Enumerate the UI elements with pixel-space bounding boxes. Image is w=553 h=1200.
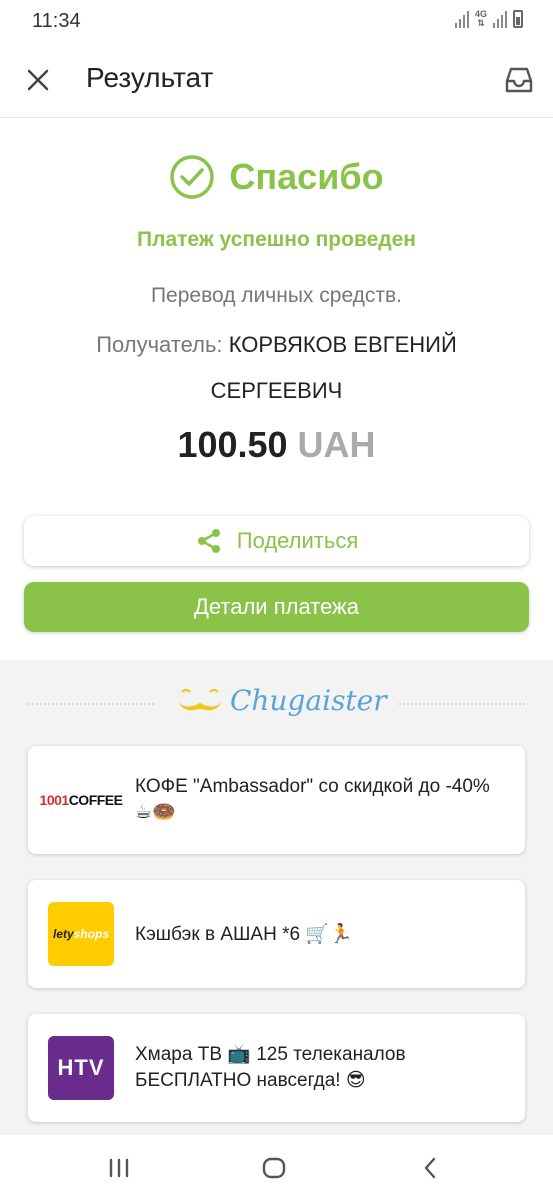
thanks-text: Спасибо	[229, 156, 384, 197]
status-time: 11:34	[32, 10, 81, 32]
offer-card[interactable]: lety shops Кэшбэк в АШАН *6 🛒🏃	[28, 880, 525, 988]
page-title: Результат	[86, 62, 214, 93]
coffee-logo-number: 1001	[39, 792, 70, 808]
letyshops-logo: lety shops	[48, 902, 114, 966]
result-section: Спасибо Платеж успешно проведен Перевод …	[0, 118, 553, 660]
payment-amount: 100.50 UAH	[0, 424, 553, 466]
check-circle-icon	[170, 155, 215, 199]
share-label: Поделиться	[236, 528, 359, 553]
payment-details-label: Детали платежа	[194, 594, 359, 619]
letyshops-logo-b: shops	[73, 927, 110, 941]
divider-left	[28, 703, 154, 705]
close-button[interactable]	[22, 62, 54, 98]
offer-text: КОФЕ "Ambassador" со скидкой до -40% ☕🍩	[135, 776, 490, 823]
back-button[interactable]	[412, 1151, 448, 1185]
brand-name: Chugaister	[230, 684, 387, 717]
signal-icon-2	[493, 10, 507, 28]
network-type-label: 4G	[474, 9, 487, 19]
share-button[interactable]: Поделиться	[24, 516, 529, 566]
offer-card[interactable]: HTV Хмара ТВ 📺 125 телеканалов БЕСПЛАТНО…	[28, 1014, 525, 1122]
app-bar: Результат	[0, 42, 553, 118]
thanks-heading: Спасибо	[0, 154, 553, 200]
coffee-logo-word: COFFEE	[68, 792, 123, 808]
inbox-icon	[505, 67, 533, 93]
payment-description: Перевод личных средств.	[150, 284, 403, 307]
amount-currency: UAH	[297, 424, 376, 465]
recipient-label: Получатель:	[96, 332, 223, 357]
network-type-icon: 4G ⇅	[474, 9, 487, 28]
promo-section: Chugaister 1001 COFFEE КОФЕ "Ambassador" …	[0, 660, 553, 1135]
payment-details-button[interactable]: Детали платежа	[24, 582, 529, 632]
back-icon	[424, 1157, 436, 1179]
recent-apps-icon	[109, 1158, 129, 1178]
amount-value: 100.50	[177, 424, 288, 465]
offer-text: Хмара ТВ 📺 125 телеканалов БЕСПЛАТНО нав…	[135, 1044, 406, 1091]
coffee-logo: 1001 COFFEE	[40, 768, 123, 832]
success-message: Платеж успешно проведен	[137, 228, 416, 251]
system-nav-bar	[0, 1135, 553, 1200]
recipient-name: КОРВЯКОВ ЕВГЕНИЙ СЕРГЕЕВИЧ	[210, 332, 457, 403]
battery-icon	[513, 10, 523, 28]
home-icon	[262, 1157, 286, 1179]
mustache-icon	[178, 688, 222, 710]
letyshops-logo-a: lety	[52, 927, 74, 941]
recipient-info: Получатель: КОРВЯКОВ ЕВГЕНИЙ СЕРГЕЕВИЧ	[60, 322, 493, 414]
brand-logo: Chugaister	[176, 684, 387, 717]
home-button[interactable]	[256, 1151, 292, 1185]
status-icons: 4G ⇅	[454, 9, 523, 28]
status-bar: 11:34 4G ⇅	[0, 0, 553, 42]
recent-apps-button[interactable]	[101, 1151, 137, 1185]
close-icon	[27, 69, 49, 91]
offer-card[interactable]: 1001 COFFEE КОФЕ "Ambassador" со скидкой …	[28, 746, 525, 854]
share-icon	[197, 529, 220, 553]
htv-logo: HTV	[48, 1036, 114, 1100]
inbox-button[interactable]	[501, 62, 537, 98]
brand-row: Chugaister	[0, 678, 553, 728]
offer-text: Кэшбэк в АШАН *6 🛒🏃	[135, 924, 353, 945]
divider-right	[399, 703, 525, 705]
signal-icon	[454, 10, 469, 28]
